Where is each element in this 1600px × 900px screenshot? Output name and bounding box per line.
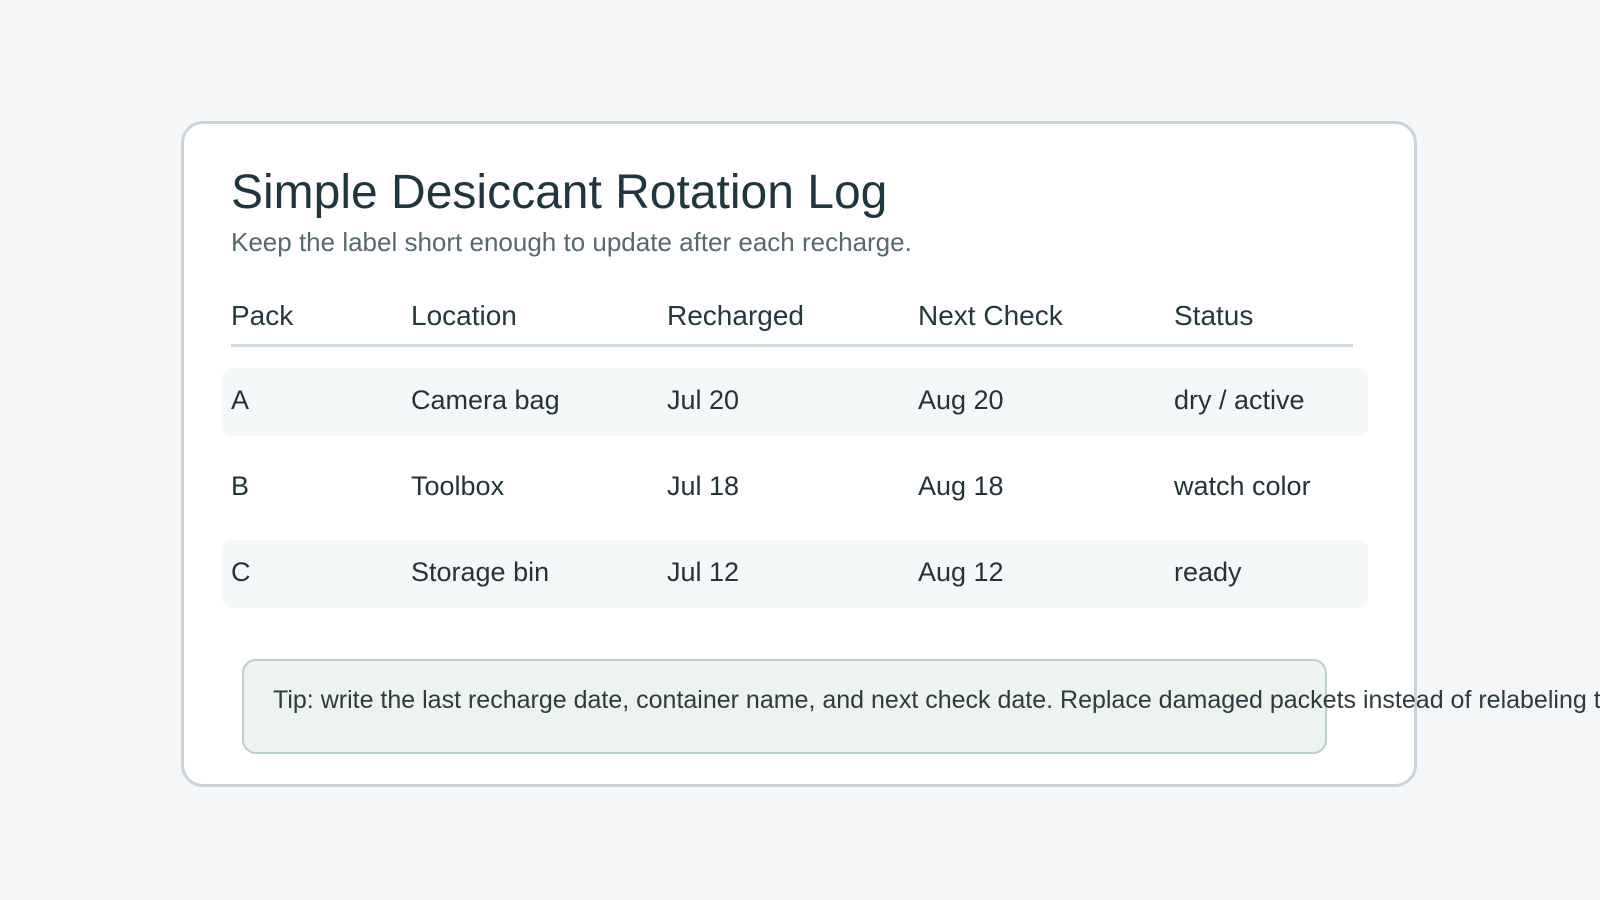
- table-row: B Toolbox Jul 18 Aug 18 watch color: [222, 454, 1368, 522]
- cell-status: watch color: [1174, 471, 1311, 501]
- cell-pack: B: [231, 471, 250, 501]
- column-header-recharged: Recharged: [667, 300, 804, 331]
- column-header-status: Status: [1174, 300, 1254, 331]
- page-subtitle: Keep the label short enough to update af…: [231, 227, 912, 257]
- tip-box: Tip: write the last recharge date, conta…: [242, 659, 1600, 754]
- cell-pack: C: [231, 557, 251, 587]
- cell-recharged: Jul 12: [667, 557, 740, 587]
- column-header-pack: Pack: [231, 300, 294, 331]
- table-row: C Storage bin Jul 12 Aug 12 ready: [222, 540, 1368, 608]
- cell-location: Camera bag: [411, 385, 560, 415]
- cell-recharged: Jul 20: [667, 385, 740, 415]
- cell-recharged: Jul 18: [667, 471, 740, 501]
- cell-next-check: Aug 20: [918, 385, 1004, 415]
- tip-text: Tip: write the last recharge date, conta…: [273, 686, 1600, 714]
- cell-next-check: Aug 12: [918, 557, 1004, 587]
- column-header-location: Location: [411, 300, 517, 331]
- cell-next-check: Aug 18: [918, 471, 1004, 501]
- table-row: A Camera bag Jul 20 Aug 20 dry / active: [222, 368, 1368, 436]
- page-title: Simple Desiccant Rotation Log: [231, 166, 888, 219]
- log-card: Simple Desiccant Rotation Log Keep the l…: [181, 121, 1600, 787]
- cell-status: dry / active: [1174, 385, 1305, 415]
- cell-pack: A: [231, 385, 250, 415]
- cell-status: ready: [1174, 557, 1242, 587]
- table-header: Pack Location Recharged Next Check Statu…: [231, 300, 1353, 347]
- column-header-next-check: Next Check: [918, 300, 1063, 331]
- cell-location: Storage bin: [411, 557, 550, 587]
- cell-location: Toolbox: [411, 471, 505, 501]
